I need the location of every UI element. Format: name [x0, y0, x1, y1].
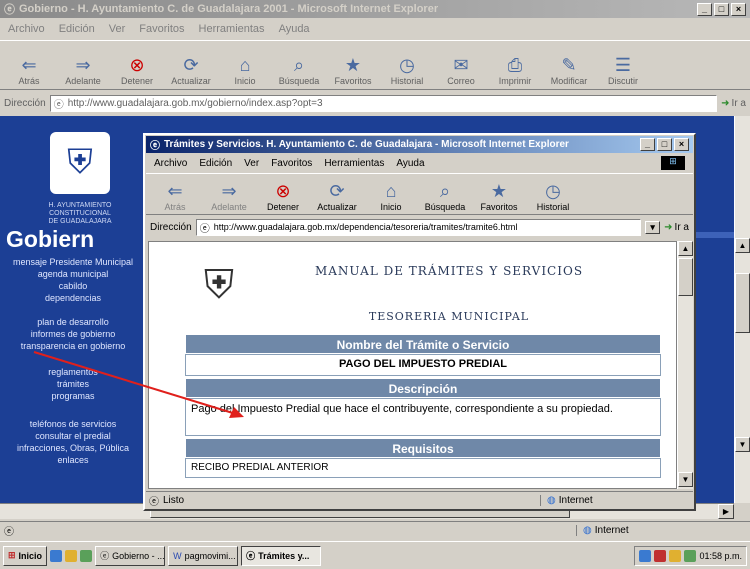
ie-icon: ⓔ — [100, 551, 110, 561]
task-tramites[interactable]: ⓔ Trámites y... — [241, 545, 322, 566]
taskbar: ⊞ Inicio ⓔ Gobierno - ... Wpagmovimi... ⓔ T… — [0, 541, 750, 569]
system-tray: 01:58 p.m. — [634, 545, 747, 566]
ie-icon: ⓔ — [246, 551, 256, 561]
task-gobierno[interactable]: ⓔ Gobierno - ... — [95, 545, 166, 566]
start-button[interactable]: ⊞ Inicio — [3, 545, 48, 566]
quicklaunch-folder-icon[interactable] — [65, 549, 78, 562]
quicklaunch-desktop-icon[interactable] — [80, 549, 93, 562]
tray-messenger-icon[interactable] — [669, 549, 682, 562]
tray-volume-icon[interactable] — [684, 549, 697, 562]
clock[interactable]: 01:58 p.m. — [699, 551, 742, 561]
task-pagmovimi[interactable]: Wpagmovimi... — [168, 545, 239, 566]
tray-antivirus-icon[interactable] — [654, 549, 667, 562]
word-icon: W — [173, 550, 182, 561]
annotation-arrow — [33, 351, 244, 418]
quicklaunch-ie-icon[interactable] — [50, 549, 63, 562]
tray-network-icon[interactable] — [639, 549, 652, 562]
windows-logo-icon: ⊞ — [8, 550, 16, 560]
